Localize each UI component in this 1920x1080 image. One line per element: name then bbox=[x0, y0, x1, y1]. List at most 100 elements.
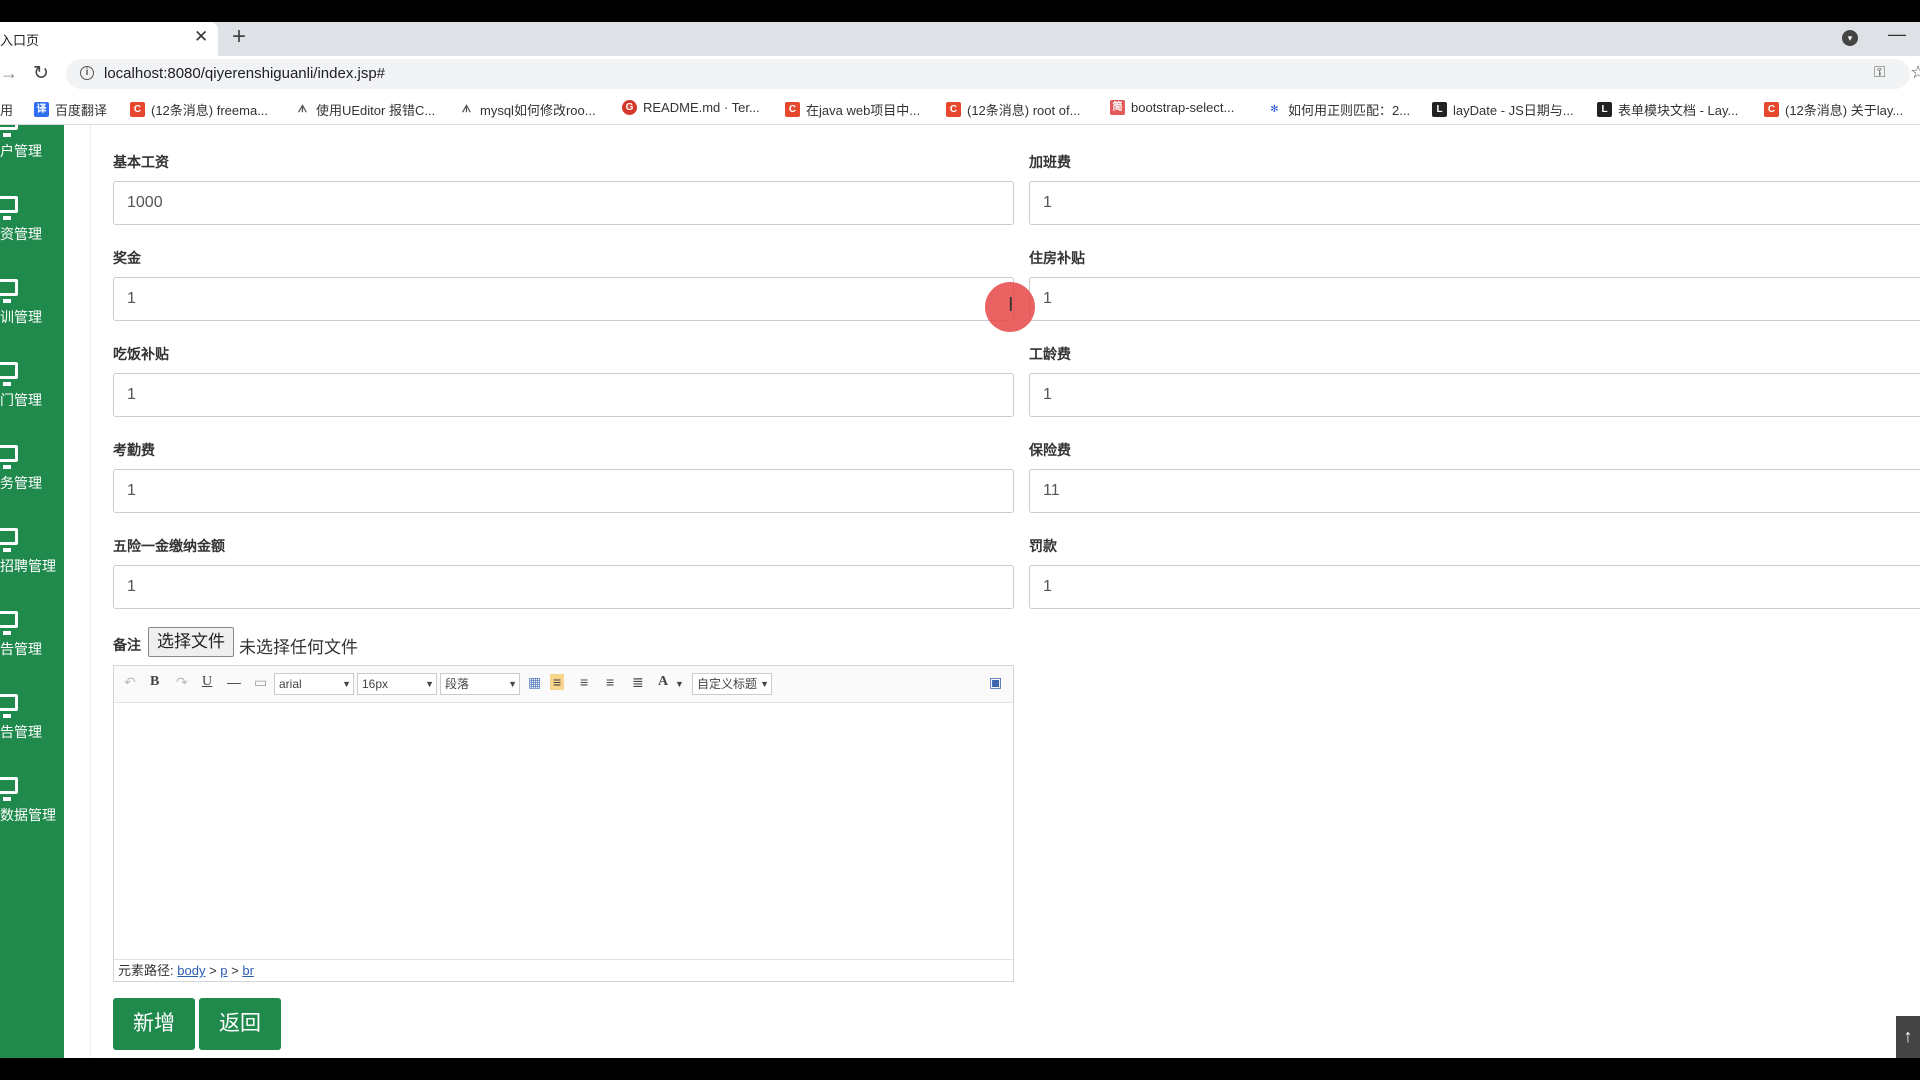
path-link-br[interactable]: br bbox=[242, 963, 254, 978]
bookmark-item[interactable]: G README.md · Ter... bbox=[622, 100, 760, 115]
bookmark-item[interactable]: 用 bbox=[0, 100, 13, 119]
chevron-down-icon[interactable]: ▼ bbox=[675, 679, 684, 689]
sidebar-item[interactable]: 门管理 bbox=[0, 352, 64, 422]
meal-allowance-input[interactable] bbox=[113, 373, 1014, 417]
address-bar[interactable]: i localhost:8080/qiyerenshiguanli/index.… bbox=[66, 59, 1920, 89]
url-text[interactable]: localhost:8080/qiyerenshiguanli/index.js… bbox=[104, 65, 385, 82]
paragraph-select[interactable]: 段落 ▼ bbox=[440, 673, 520, 695]
field-label: 五险一金缴纳金额 bbox=[113, 538, 225, 554]
bookmark-item[interactable]: L 表单模块文档 - Lay... bbox=[1597, 100, 1738, 119]
sidebar-item[interactable]: 数据管理 bbox=[0, 767, 64, 837]
scroll-to-top-button[interactable]: ↑ bbox=[1896, 1016, 1920, 1058]
key-icon[interactable]: ⚿ bbox=[1874, 64, 1885, 81]
align-left-icon[interactable]: ≡ bbox=[550, 674, 565, 690]
sidebar-item-label: 数据管理 bbox=[0, 807, 56, 823]
sidebar-item[interactable]: 招聘管理 bbox=[0, 518, 64, 588]
path-link-body[interactable]: body bbox=[177, 963, 205, 978]
back-button[interactable]: 返回 bbox=[199, 998, 281, 1050]
bookmark-label: 在java web项目中... bbox=[806, 103, 921, 118]
bookmark-item[interactable]: C (12条消息) root of... bbox=[946, 100, 1080, 119]
bookmarks-bar: 用 译百度翻译 C (12条消息) freema... ᗑ 使用UEditor 报错… bbox=[0, 92, 1920, 125]
editor-body[interactable] bbox=[114, 703, 1013, 958]
csdn-icon: C bbox=[946, 102, 961, 117]
monitor-icon bbox=[0, 777, 18, 801]
forward-icon[interactable]: → bbox=[0, 63, 18, 84]
baidu-paw-icon: ✻ bbox=[1267, 102, 1282, 117]
sidebar-item[interactable]: 告管理 bbox=[0, 684, 64, 754]
fine-input[interactable] bbox=[1029, 565, 1920, 609]
link-icon: ᗑ bbox=[459, 102, 474, 117]
align-justify-icon[interactable]: ≣ bbox=[632, 674, 644, 691]
path-link-p[interactable]: p bbox=[220, 963, 227, 978]
bookmark-item[interactable]: 简 bootstrap-select... bbox=[1110, 100, 1234, 115]
horizontal-rule-icon[interactable]: — bbox=[227, 674, 241, 690]
new-tab-icon[interactable]: + bbox=[232, 23, 246, 51]
bookmark-item[interactable]: C (12条消息) 关于lay... bbox=[1764, 100, 1903, 119]
link-icon: ᗑ bbox=[295, 102, 310, 117]
bookmark-label: (12条消息) root of... bbox=[967, 103, 1081, 118]
table-icon[interactable]: ▦ bbox=[528, 674, 541, 691]
field-label: 工龄费 bbox=[1029, 346, 1071, 362]
chevron-down-icon: ▼ bbox=[508, 679, 517, 689]
custom-title-select[interactable]: 自定义标题 ▼ bbox=[692, 673, 772, 695]
bookmark-item[interactable]: LlayDate - JS日期与... bbox=[1432, 100, 1574, 119]
align-right-icon[interactable]: ≡ bbox=[580, 674, 588, 690]
field-label: 加班费 bbox=[1029, 154, 1071, 170]
text-cursor-icon: I bbox=[1008, 294, 1014, 316]
chevron-down-icon: ▼ bbox=[425, 679, 434, 689]
page-icon[interactable]: ▭ bbox=[254, 674, 267, 691]
sidebar-item[interactable]: 资管理 bbox=[0, 186, 64, 256]
active-tab[interactable]: 入口页 ✕ bbox=[0, 22, 218, 56]
font-color-icon[interactable]: A bbox=[658, 674, 668, 690]
attendance-pay-input[interactable] bbox=[113, 469, 1014, 513]
insurance-fee-input[interactable] bbox=[1029, 469, 1920, 513]
social-insurance-input[interactable] bbox=[113, 565, 1014, 609]
seniority-pay-input[interactable] bbox=[1029, 373, 1920, 417]
bookmark-item[interactable]: ᗑ 使用UEditor 报错C... bbox=[295, 100, 435, 119]
redo-icon[interactable]: ↷ bbox=[176, 674, 188, 691]
sidebar-item[interactable]: 户管理 bbox=[0, 125, 64, 173]
bookmark-item[interactable]: ᗑ mysql如何修改roo... bbox=[459, 100, 596, 119]
star-icon[interactable]: ☆ bbox=[1910, 62, 1920, 83]
element-path-label: 元素路径: bbox=[118, 963, 174, 978]
monitor-icon bbox=[0, 279, 18, 303]
bookmark-item[interactable]: C 在java web项目中... bbox=[785, 100, 920, 119]
sidebar-item[interactable]: 务管理 bbox=[0, 435, 64, 505]
bookmark-label: mysql如何修改roo... bbox=[480, 103, 596, 118]
font-family-select[interactable]: arial ▼ bbox=[274, 673, 354, 695]
chevron-down-icon: ▼ bbox=[760, 679, 769, 689]
field-label: 基本工资 bbox=[113, 154, 169, 170]
sidebar-item[interactable]: 告管理 bbox=[0, 601, 64, 671]
bookmark-item[interactable]: ✻ 如何用正则匹配：2... bbox=[1267, 100, 1410, 119]
close-icon[interactable]: ✕ bbox=[194, 27, 208, 47]
editor-toolbar: ↶ B ↷ U — ▭ arial ▼ 16px ▼ 段落 ▼ ▦ ≡ ≡ ≡ ≣ A… bbox=[114, 666, 1013, 703]
fullscreen-icon[interactable]: ▣ bbox=[989, 674, 1002, 691]
info-icon[interactable]: i bbox=[80, 66, 94, 80]
font-size-select[interactable]: 16px ▼ bbox=[357, 673, 437, 695]
sidebar-item[interactable]: 训管理 bbox=[0, 269, 64, 339]
bookmark-item[interactable]: 译百度翻译 bbox=[34, 100, 107, 119]
housing-allowance-input[interactable] bbox=[1029, 277, 1920, 321]
sidebar: 户管理 资管理 训管理 门管理 务管理 招聘管理 告管理 告管理 数据管理 bbox=[0, 125, 64, 1058]
sidebar-item-label: 门管理 bbox=[0, 392, 42, 408]
basic-salary-input[interactable] bbox=[113, 181, 1014, 225]
choose-file-button[interactable]: 选择文件 bbox=[148, 627, 234, 657]
underline-icon[interactable]: U bbox=[202, 674, 212, 690]
bookmark-item[interactable]: C (12条消息) freema... bbox=[130, 100, 268, 119]
overtime-pay-input[interactable] bbox=[1029, 181, 1920, 225]
reload-icon[interactable]: ↻ bbox=[33, 62, 49, 85]
add-button[interactable]: 新增 bbox=[113, 998, 195, 1050]
bonus-input[interactable] bbox=[113, 277, 1014, 321]
bookmark-label: 百度翻译 bbox=[55, 103, 108, 118]
sidebar-item-label: 告管理 bbox=[0, 641, 42, 657]
align-center-icon[interactable]: ≡ bbox=[606, 674, 614, 690]
undo-icon[interactable]: ↶ bbox=[124, 674, 136, 691]
monitor-icon bbox=[0, 125, 18, 137]
csdn-icon: C bbox=[1764, 102, 1779, 117]
tab-search-icon[interactable]: ▾ bbox=[1842, 30, 1858, 46]
bookmark-label: 使用UEditor 报错C... bbox=[316, 103, 436, 118]
bold-icon[interactable]: B bbox=[150, 674, 159, 690]
minimize-icon[interactable]: — bbox=[1888, 24, 1906, 45]
bookmark-label: bootstrap-select... bbox=[1131, 100, 1235, 115]
field-label: 奖金 bbox=[113, 250, 141, 266]
